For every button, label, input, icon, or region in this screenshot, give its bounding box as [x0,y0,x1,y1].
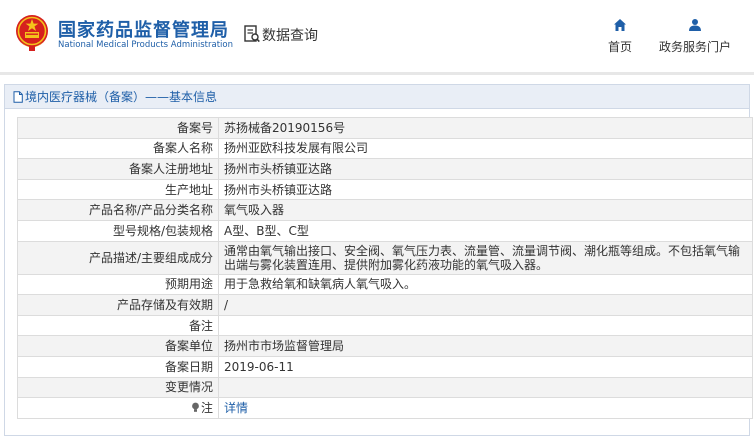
field-value: 2019-06-11 [218,355,753,378]
data-query-title: 数据查询 [262,28,318,44]
table-row: 产品存储及有效期 / [17,294,753,316]
table-row: 生产地址 扬州市头桥镇亚达路 [17,178,753,201]
table-row: 备案号 苏扬械备20190156号 [17,117,753,139]
field-value: 扬州市头桥镇亚达路 [218,178,753,201]
table-row: 注 详情 [17,397,753,419]
field-label: 备案单位 [17,335,219,357]
field-value: 扬州市市场监督管理局 [218,335,753,357]
user-icon [689,19,701,31]
field-value [218,314,753,337]
table-row: 预期用途 用于急救给氧和缺氧病人氧气吸入。 [17,273,753,296]
field-label: 生产地址 [17,178,219,201]
field-value: A型、B型、C型 [218,219,753,242]
table-row: 备案单位 扬州市市场监督管理局 [17,335,753,357]
table-row: 型号规格/包装规格 A型、B型、C型 [17,219,753,242]
note-label: 注 [200,400,213,415]
agency-name-cn: 国家药品监督管理局 [58,20,229,41]
table-row: 变更情况 [17,376,753,399]
field-value: 用于急救给氧和缺氧病人氧气吸入。 [218,273,753,296]
field-value [218,376,753,399]
field-label: 备案人名称 [17,137,219,160]
home-icon [614,19,626,31]
field-label: 备案号 [17,117,219,139]
site-header: 国家药品监督管理局 National Medical Products Admi… [0,0,754,72]
note-label-cell: 注 [17,397,219,419]
field-label: 备案人注册地址 [17,158,219,180]
field-value: / [218,294,753,316]
field-value: 扬州亚欧科技发展有限公司 [218,137,753,160]
data-query-icon [244,25,260,43]
agency-name-en: National Medical Products Administration [58,40,233,50]
field-value: 苏扬械备20190156号 [218,117,753,139]
field-value: 通常由氧气输出接口、安全阀、氧气压力表、流量管、流量调节阀、潮化瓶等组成。不包括… [218,240,753,275]
field-label: 型号规格/包装规格 [17,219,219,242]
field-label: 产品描述/主要组成成分 [17,240,219,275]
field-label: 变更情况 [17,376,219,399]
field-label: 产品名称/产品分类名称 [17,199,219,221]
table-row: 产品描述/主要组成成分 通常由氧气输出接口、安全阀、氧气压力表、流量管、流量调节阀… [17,240,753,275]
table-row: 备案人名称 扬州亚欧科技发展有限公司 [17,137,753,160]
table-row: 备注 [17,314,753,337]
nav-home-label: 首页 [607,40,632,54]
note-value-cell: 详情 [218,397,753,419]
field-value: 扬州市头桥镇亚达路 [218,158,753,180]
lightbulb-icon [192,402,199,412]
table-row: 产品名称/产品分类名称 氧气吸入器 [17,199,753,221]
panel-header: 境内医疗器械（备案）——基本信息 [5,85,749,109]
nav-home[interactable]: 首页 [603,18,637,55]
record-info-table: 备案号 苏扬械备20190156号 备案人名称 扬州亚欧科技发展有限公司 备案人注册… [17,117,753,419]
table-row: 备案人注册地址 扬州市头桥镇亚达路 [17,158,753,180]
document-icon [13,90,23,103]
field-label: 预期用途 [17,273,219,296]
details-link[interactable]: 详情 [224,401,248,415]
field-value: 氧气吸入器 [218,199,753,221]
panel-title: 境内医疗器械（备案）——基本信息 [25,90,218,104]
record-panel: 境内医疗器械（备案）——基本信息 备案号 苏扬械备20190156号 备案人名称扬… [4,84,753,436]
field-label: 备注 [17,314,219,337]
nav-gov-service-portal[interactable]: 政务服务门户 [655,18,735,55]
table-row: 备案日期 2019-06-11 [17,355,753,378]
national-emblem-icon [16,15,48,51]
header-divider [0,72,754,75]
field-label: 产品存储及有效期 [17,294,219,316]
nav-gov-label: 政务服务门户 [658,40,731,54]
field-label: 备案日期 [17,355,219,378]
